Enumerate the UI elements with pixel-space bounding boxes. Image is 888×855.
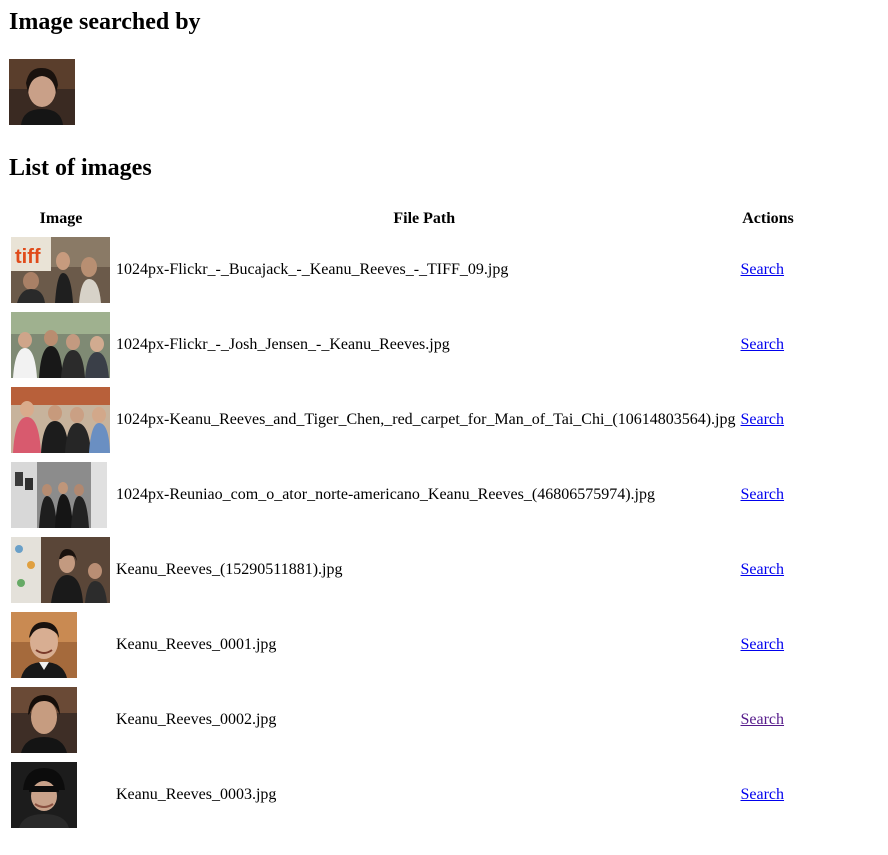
- query-image: [9, 59, 75, 125]
- thumbnail-cell: [11, 533, 111, 606]
- table-row: 1024px-Reuniao_com_o_ator_norte-american…: [11, 458, 799, 531]
- thumbnail-cell: [11, 308, 111, 381]
- table-row: Keanu_Reeves_0001.jpg Search: [11, 608, 799, 681]
- thumbnail-cell: tiff: [11, 233, 111, 306]
- search-link[interactable]: Search: [741, 336, 785, 353]
- file-path: 1024px-Flickr_-_Josh_Jensen_-_Keanu_Reev…: [116, 335, 450, 353]
- actions-cell: Search: [738, 308, 799, 381]
- heading-image-searched-by: Image searched by: [9, 9, 201, 35]
- search-link[interactable]: Search: [741, 561, 785, 578]
- thumbnail-image: [11, 311, 111, 378]
- file-path: Keanu_Reeves_0002.jpg: [116, 710, 277, 728]
- table-row: 1024px-Keanu_Reeves_and_Tiger_Chen,_red_…: [11, 383, 799, 456]
- actions-cell: Search: [738, 533, 799, 606]
- table-row: Keanu_Reeves_(15290511881).jpg Search: [11, 533, 799, 606]
- file-path: Keanu_Reeves_(15290511881).jpg: [116, 560, 343, 578]
- table-row: 1024px-Flickr_-_Josh_Jensen_-_Keanu_Reev…: [11, 308, 799, 381]
- search-link[interactable]: Search: [741, 486, 785, 503]
- column-header-image: Image: [39, 210, 83, 227]
- file-path: 1024px-Keanu_Reeves_and_Tiger_Chen,_red_…: [116, 410, 736, 428]
- thumbnail-image: [11, 536, 111, 603]
- table-header-row: Image File Path Actions: [11, 207, 799, 231]
- thumbnail-image: [11, 761, 111, 828]
- svg-text:tiff: tiff: [15, 246, 41, 268]
- thumbnail-image: tiff: [11, 236, 111, 303]
- thumbnail-image: [11, 386, 111, 453]
- actions-cell: Search: [738, 233, 799, 306]
- search-link[interactable]: Search: [741, 636, 785, 653]
- thumbnail-image: [11, 461, 111, 528]
- actions-cell: Search: [738, 383, 799, 456]
- search-link[interactable]: Search: [741, 261, 785, 278]
- file-path: Keanu_Reeves_0001.jpg: [116, 635, 277, 653]
- search-link[interactable]: Search: [741, 711, 785, 728]
- table-row: Keanu_Reeves_0002.jpg Search: [11, 683, 799, 756]
- thumbnail-image: [11, 686, 111, 753]
- thumbnail-cell: [11, 608, 111, 681]
- search-link[interactable]: Search: [741, 786, 785, 803]
- thumbnail-cell: [11, 458, 111, 531]
- heading-list-of-images: List of images: [9, 155, 152, 181]
- file-path: 1024px-Flickr_-_Bucajack_-_Keanu_Reeves_…: [116, 260, 509, 278]
- thumbnail-cell: [11, 758, 111, 831]
- table-row: Keanu_Reeves_0003.jpg Search: [11, 758, 799, 831]
- actions-cell: Search: [738, 608, 799, 681]
- file-path: Keanu_Reeves_0003.jpg: [116, 785, 277, 803]
- actions-cell: Search: [738, 458, 799, 531]
- column-header-actions: Actions: [742, 210, 794, 227]
- file-path: 1024px-Reuniao_com_o_ator_norte-american…: [116, 485, 655, 503]
- actions-cell: Search: [738, 683, 799, 756]
- thumbnail-cell: [11, 683, 111, 756]
- thumbnail-image: [11, 611, 111, 678]
- images-table: Image File Path Actions tiff 1024px-Flic…: [9, 205, 801, 833]
- actions-cell: Search: [738, 758, 799, 831]
- table-row: tiff 1024px-Flickr_-_Bucajack_-_Keanu_Re…: [11, 233, 799, 306]
- thumbnail-cell: [11, 383, 111, 456]
- search-link[interactable]: Search: [741, 411, 785, 428]
- column-header-file-path: File Path: [393, 210, 456, 227]
